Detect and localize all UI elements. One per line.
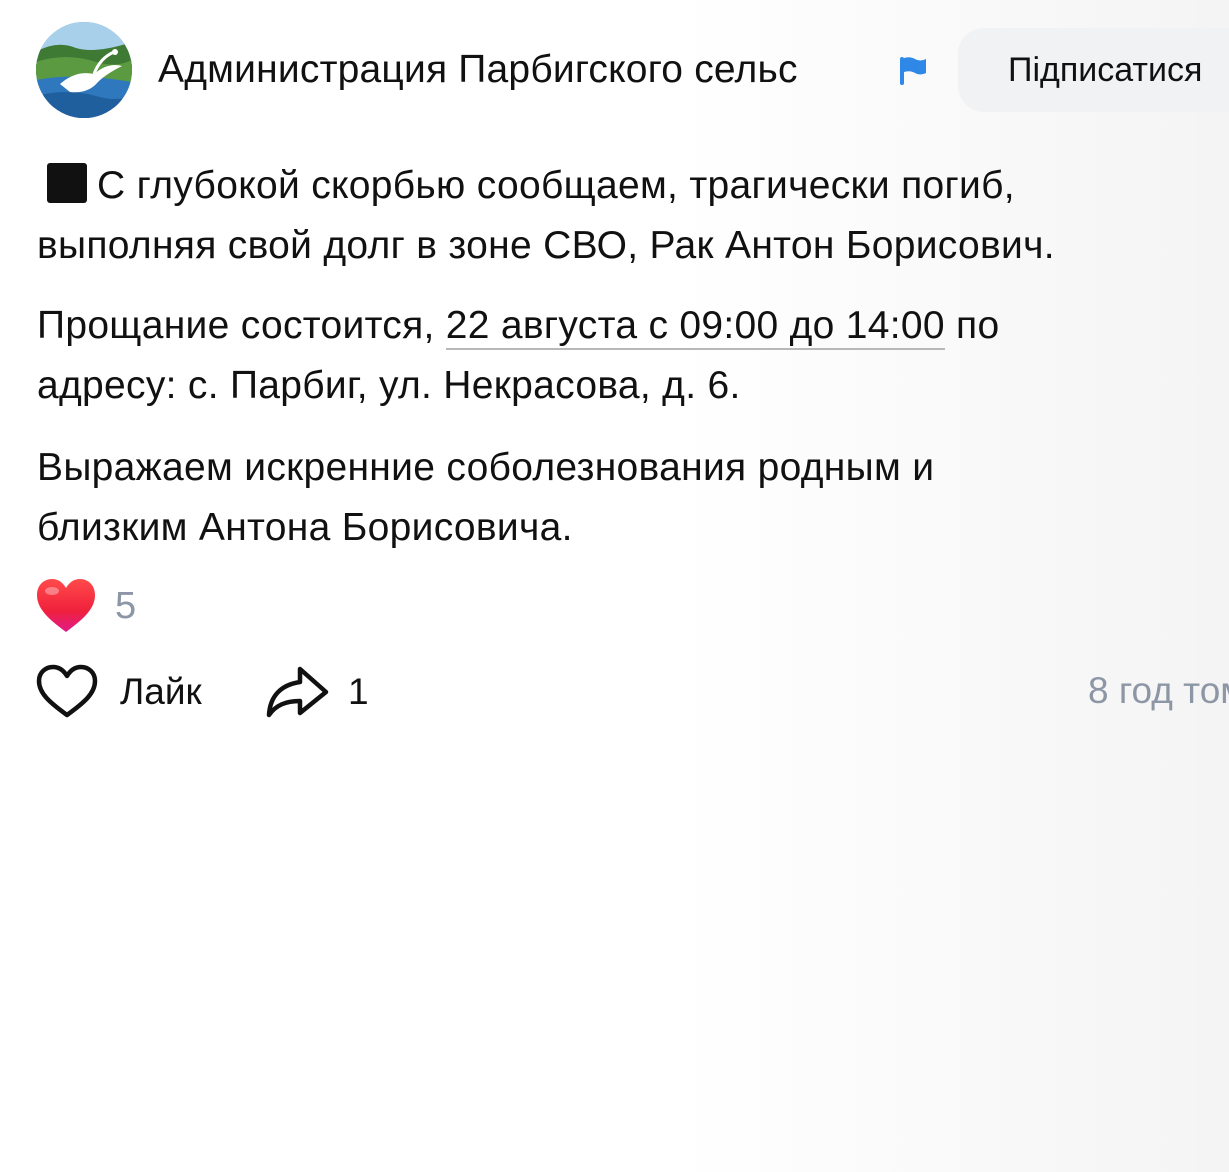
author-header: Администрация Парбигского сельс: [158, 44, 938, 96]
paragraph-2-prefix: Прощание состоится,: [37, 304, 446, 347]
post-card: Администрация Парбигского сельс Підписат…: [0, 0, 1229, 1172]
paragraph-1-line-1-text: С глубокой скорбью сообщаем, трагически …: [97, 164, 1015, 207]
author-avatar[interactable]: [36, 22, 132, 118]
author-name[interactable]: Администрация Парбигского сельс: [158, 48, 886, 92]
heart-outline-icon: [36, 664, 98, 718]
flag-icon: [900, 57, 926, 85]
reactions-summary[interactable]: 5: [35, 576, 136, 636]
avatar-image: [36, 22, 132, 118]
reaction-count: 5: [115, 584, 137, 627]
share-button[interactable]: 1: [264, 660, 369, 724]
like-button[interactable]: Лайк: [36, 660, 202, 724]
black-square-icon: [47, 163, 87, 203]
paragraph-2-line-1: Прощание состоится, 22 августа с 09:00 д…: [37, 296, 1229, 356]
paragraph-1-line-2: выполняя свой долг в зоне СВО, Рак Антон…: [37, 224, 1055, 267]
like-label: Лайк: [120, 671, 202, 712]
post-paragraph-3: Выражаем искренние соболезнования родным…: [37, 438, 1229, 558]
post-paragraph-2: Прощание состоится, 22 августа с 09:00 д…: [37, 296, 1229, 416]
paragraph-3-line-2: близким Антона Борисовича.: [37, 506, 573, 549]
paragraph-2-line-2: адресу: с. Парбиг, ул. Некрасова, д. 6.: [37, 364, 741, 407]
share-arrow-icon: [266, 666, 329, 718]
paragraph-1-line-1: С глубокой скорбью сообщаем, трагически …: [37, 156, 1229, 216]
paragraph-3-line-1: Выражаем искренние соболезнования родным…: [37, 446, 935, 489]
post-paragraph-1: С глубокой скорбью сообщаем, трагически …: [37, 156, 1229, 276]
share-count: 1: [348, 671, 369, 712]
paragraph-2-suffix: по: [944, 304, 1000, 347]
post-actions-bar: Лайк 1 8 год тому: [36, 660, 1229, 724]
subscribe-button[interactable]: Підписатися: [958, 28, 1229, 112]
heart-reaction-icon: [37, 579, 95, 632]
event-date-link[interactable]: 22 августа с 09:00 до 14:00: [445, 304, 945, 350]
post-timestamp: 8 год тому: [1088, 670, 1229, 711]
